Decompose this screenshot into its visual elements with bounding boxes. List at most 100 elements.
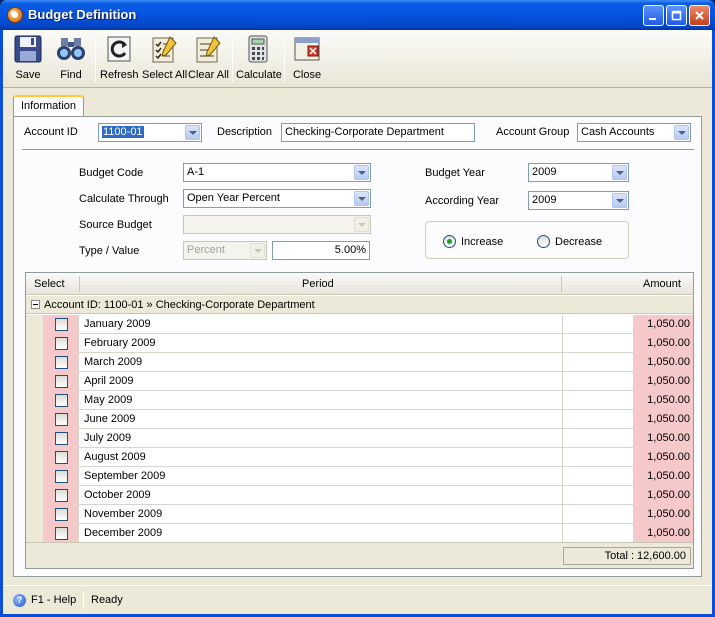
- budget-code-combo[interactable]: A-1: [183, 163, 371, 182]
- tab-information[interactable]: Information: [13, 95, 84, 117]
- select-checkbox[interactable]: [55, 470, 68, 483]
- group-row[interactable]: Account ID: 1100-01 » Checking-Corporate…: [26, 296, 693, 314]
- refresh-label: Refresh: [100, 69, 139, 81]
- period-cell: May 2009: [84, 394, 133, 406]
- help-hint[interactable]: F1 - Help: [31, 594, 76, 606]
- column-header-select[interactable]: Select: [34, 278, 65, 290]
- refresh-button[interactable]: Refresh: [100, 33, 139, 85]
- period-cell: June 2009: [84, 413, 136, 425]
- decrease-radio[interactable]: [537, 235, 550, 248]
- table-row[interactable]: August 2009 1,050.00: [26, 448, 693, 467]
- amount-cell[interactable]: 1,050.00: [633, 410, 693, 429]
- increase-radio[interactable]: [443, 235, 456, 248]
- table-row[interactable]: March 2009 1,050.00: [26, 353, 693, 372]
- amount-cell[interactable]: 1,050.00: [633, 448, 693, 467]
- calculate-through-value: Open Year Percent: [187, 192, 280, 204]
- amount-cell[interactable]: 1,050.00: [633, 429, 693, 448]
- find-label: Find: [60, 69, 82, 81]
- table-row[interactable]: February 2009 1,050.00: [26, 334, 693, 353]
- binoculars-icon: [57, 38, 85, 60]
- account-group-label: Account Group: [496, 126, 570, 138]
- period-cell: August 2009: [84, 451, 146, 463]
- budget-year-combo[interactable]: 2009: [528, 163, 629, 182]
- minimize-icon: [649, 18, 656, 20]
- account-id-label: Account ID: [24, 126, 78, 138]
- select-all-icon: [152, 36, 177, 63]
- title-bar[interactable]: Budget Definition: [0, 0, 715, 30]
- close-form-icon: [294, 37, 320, 61]
- table-row[interactable]: May 2009 1,050.00: [26, 391, 693, 410]
- chevron-down-icon[interactable]: [354, 165, 369, 180]
- select-checkbox[interactable]: [55, 413, 68, 426]
- save-label: Save: [15, 69, 41, 81]
- select-checkbox[interactable]: [55, 337, 68, 350]
- maximize-button[interactable]: [666, 5, 687, 26]
- table-row[interactable]: July 2009 1,050.00: [26, 429, 693, 448]
- amount-cell[interactable]: 1,050.00: [633, 372, 693, 391]
- account-group-combo[interactable]: Cash Accounts: [577, 123, 691, 142]
- according-year-label: According Year: [425, 195, 499, 207]
- app-icon: [7, 7, 23, 23]
- column-header-amount[interactable]: Amount: [643, 278, 681, 290]
- table-row[interactable]: September 2009 1,050.00: [26, 467, 693, 486]
- select-checkbox[interactable]: [55, 508, 68, 521]
- table-row[interactable]: January 2009 1,050.00: [26, 315, 693, 334]
- select-all-button[interactable]: Select All: [142, 33, 187, 85]
- close-label: Close: [292, 69, 322, 81]
- amount-cell[interactable]: 1,050.00: [633, 315, 693, 334]
- select-checkbox[interactable]: [55, 375, 68, 388]
- table-row[interactable]: April 2009 1,050.00: [26, 372, 693, 391]
- value-amount-field[interactable]: 5.00%: [272, 241, 370, 260]
- increase-label[interactable]: Increase: [461, 236, 503, 248]
- budget-definition-window: Budget Definition Save Find Refresh Sele…: [0, 0, 715, 617]
- close-button[interactable]: Close: [289, 33, 325, 85]
- table-row[interactable]: December 2009 1,050.00: [26, 524, 693, 543]
- amount-cell[interactable]: 1,050.00: [633, 391, 693, 410]
- amount-cell[interactable]: 1,050.00: [633, 467, 693, 486]
- period-cell: July 2009: [84, 432, 132, 444]
- column-separator: [79, 276, 80, 292]
- decrease-label[interactable]: Decrease: [555, 236, 602, 248]
- close-window-button[interactable]: [689, 5, 710, 26]
- total-amount: Total : 12,600.00: [563, 547, 691, 565]
- amount-cell[interactable]: 1,050.00: [633, 524, 693, 543]
- select-checkbox[interactable]: [55, 527, 68, 540]
- type-combo: Percent: [183, 241, 267, 260]
- amount-cell[interactable]: 1,050.00: [633, 486, 693, 505]
- minimize-button[interactable]: [643, 5, 664, 26]
- save-button[interactable]: Save: [9, 33, 47, 85]
- calculate-through-combo[interactable]: Open Year Percent: [183, 189, 371, 208]
- select-checkbox[interactable]: [55, 489, 68, 502]
- calculate-through-label: Calculate Through: [79, 193, 169, 205]
- column-header-period[interactable]: Period: [302, 278, 334, 290]
- find-button[interactable]: Find: [52, 33, 90, 85]
- chevron-down-icon[interactable]: [612, 193, 627, 208]
- select-checkbox[interactable]: [55, 451, 68, 464]
- amount-cell[interactable]: 1,050.00: [633, 353, 693, 372]
- period-cell: March 2009: [84, 356, 143, 368]
- description-field[interactable]: Checking-Corporate Department: [281, 123, 475, 142]
- calculate-button[interactable]: Calculate: [236, 33, 282, 85]
- according-year-combo[interactable]: 2009: [528, 191, 629, 210]
- account-id-combo[interactable]: 1100-01: [98, 123, 202, 142]
- chevron-down-icon[interactable]: [612, 165, 627, 180]
- select-checkbox[interactable]: [55, 432, 68, 445]
- collapse-icon[interactable]: [31, 300, 40, 309]
- chevron-down-icon[interactable]: [674, 125, 689, 140]
- chevron-down-icon[interactable]: [185, 125, 200, 140]
- table-row[interactable]: June 2009 1,050.00: [26, 410, 693, 429]
- direction-group: Increase Decrease: [425, 221, 629, 259]
- select-checkbox[interactable]: [55, 356, 68, 369]
- select-checkbox[interactable]: [55, 318, 68, 331]
- help-icon[interactable]: ?: [13, 594, 26, 607]
- amount-cell[interactable]: 1,050.00: [633, 334, 693, 353]
- clear-all-button[interactable]: Clear All: [188, 33, 229, 85]
- chevron-down-icon[interactable]: [354, 191, 369, 206]
- chevron-down-icon: [354, 217, 369, 232]
- select-checkbox[interactable]: [55, 394, 68, 407]
- window-title: Budget Definition: [28, 7, 137, 22]
- table-row[interactable]: October 2009 1,050.00: [26, 486, 693, 505]
- amount-cell[interactable]: 1,050.00: [633, 505, 693, 524]
- table-row[interactable]: November 2009 1,050.00: [26, 505, 693, 524]
- budget-year-value: 2009: [532, 166, 557, 178]
